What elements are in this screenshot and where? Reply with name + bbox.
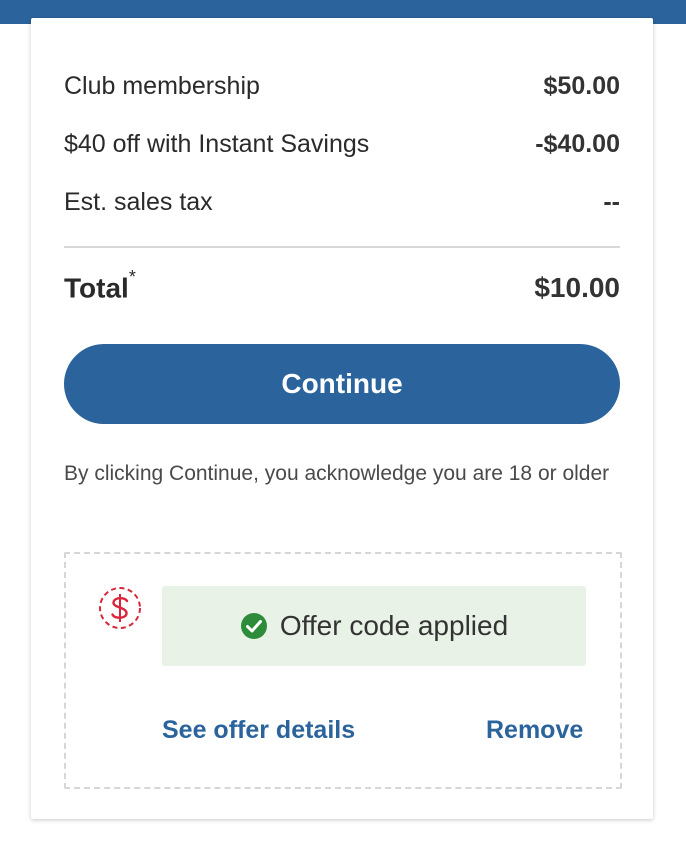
row-label: Est. sales tax	[64, 187, 213, 216]
row-amount: --	[603, 187, 620, 216]
summary-row-savings: $40 off with Instant Savings -$40.00	[64, 126, 620, 162]
row-amount: $50.00	[543, 71, 620, 100]
total-label-text: Total	[64, 272, 129, 304]
check-circle-icon	[240, 613, 267, 639]
row-label: Club membership	[64, 71, 260, 100]
row-amount: -$40.00	[535, 129, 620, 158]
dollar-coupon-icon	[99, 587, 141, 629]
summary-row-membership: Club membership $50.00	[64, 68, 620, 104]
summary-divider	[64, 246, 620, 248]
total-footnote-marker: *	[128, 267, 136, 288]
remove-offer-link[interactable]: Remove	[486, 716, 583, 745]
summary-row-tax: Est. sales tax --	[64, 184, 620, 220]
row-label: $40 off with Instant Savings	[64, 129, 370, 158]
offer-status-text: Offer code applied	[279, 610, 509, 641]
summary-row-total: Total* $10.00	[64, 267, 620, 308]
continue-button[interactable]: Continue	[64, 344, 620, 424]
age-disclaimer: By clicking Continue, you acknowledge yo…	[64, 462, 610, 485]
total-label: Total*	[64, 267, 136, 304]
see-offer-details-link[interactable]: See offer details	[162, 716, 355, 745]
offer-applied-banner: Offer code applied	[162, 586, 586, 666]
total-amount: $10.00	[534, 272, 620, 303]
